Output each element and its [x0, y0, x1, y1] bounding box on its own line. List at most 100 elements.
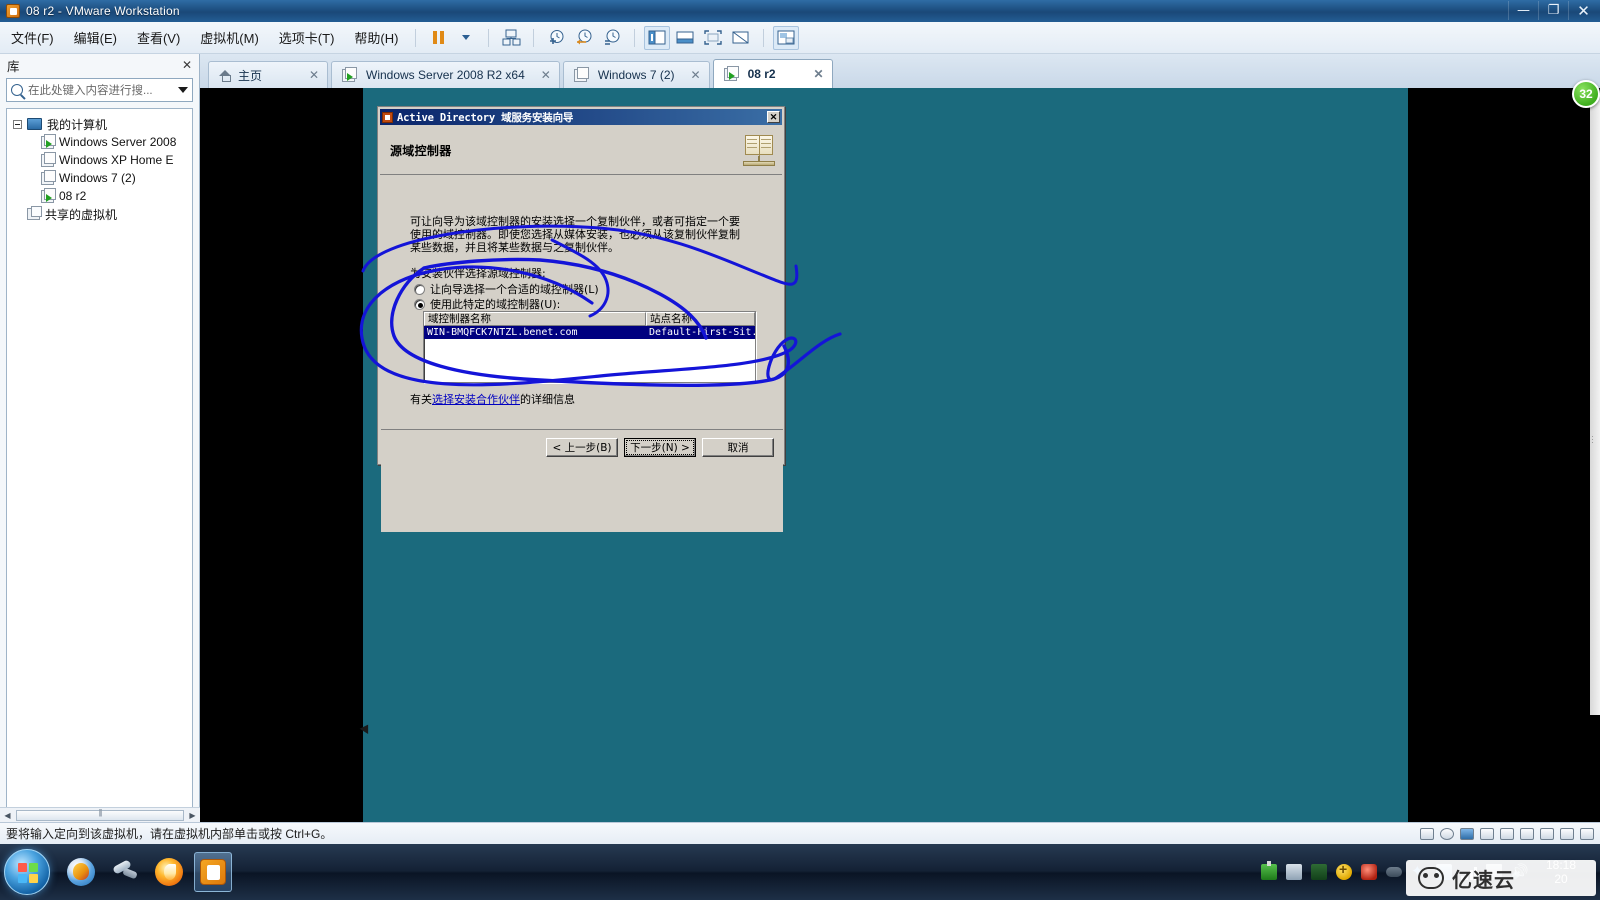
close-button[interactable]: ✕: [1568, 1, 1598, 20]
terminal-icon[interactable]: [1311, 864, 1327, 880]
minimize-button[interactable]: —: [1508, 1, 1538, 20]
search-icon: [11, 84, 23, 96]
shared-vms-icon: [27, 206, 42, 220]
menu-view[interactable]: 查看(V): [128, 25, 189, 50]
security-icon[interactable]: [1361, 864, 1377, 880]
tree-item-label: 共享的虚拟机: [45, 207, 118, 222]
radio-use-specific-dc[interactable]: 使用此特定的域控制器(U):: [414, 296, 560, 312]
printer-icon[interactable]: [1480, 827, 1494, 840]
sound-icon[interactable]: [1500, 827, 1514, 840]
camera-icon[interactable]: [1560, 827, 1574, 840]
pause-button[interactable]: [425, 26, 451, 50]
sidebar-horizontal-scrollbar[interactable]: ◀ ▶: [0, 807, 200, 822]
tab-windows-server-2008-r2-x64[interactable]: Windows Server 2008 R2 x64 ✕: [331, 61, 560, 88]
tree-item-windows-xp-home[interactable]: Windows XP Home E: [7, 151, 192, 169]
show-thumbnails-button[interactable]: [672, 26, 698, 50]
tree-item-label: 08 r2: [59, 189, 87, 203]
vm-side-rail[interactable]: ···: [1588, 95, 1600, 715]
display-icon[interactable]: [1580, 827, 1594, 840]
revert-snapshot-button[interactable]: [571, 26, 597, 50]
window-title: 08 r2 - VMware Workstation: [26, 4, 180, 18]
column-header-site-name[interactable]: 站点名称: [646, 312, 755, 326]
manage-snapshots-button[interactable]: [498, 26, 524, 50]
unread-badge[interactable]: 32: [1572, 80, 1600, 108]
column-header-dc-name[interactable]: 域控制器名称: [424, 312, 646, 326]
list-header-row: 域控制器名称 站点名称: [424, 312, 755, 326]
ad-wizard-dialog[interactable]: Active Directory 域服务安装向导 ✕ 源域控制器 可让向导为该域…: [377, 106, 785, 532]
scrollbar-thumb[interactable]: [16, 809, 184, 821]
close-icon[interactable]: ✕: [182, 58, 192, 72]
tree-item-windows-server-2008[interactable]: Windows Server 2008: [7, 133, 192, 151]
taskbar-apps: [62, 852, 232, 892]
power-dropdown[interactable]: [453, 26, 479, 50]
rail-grip-icon: ···: [1588, 435, 1598, 444]
windows-logo-icon: [18, 863, 38, 883]
tab-close-icon[interactable]: ✕: [299, 68, 319, 82]
radio-selected-icon[interactable]: [414, 298, 425, 310]
tab-label: Windows Server 2008 R2 x64: [366, 68, 525, 82]
expander-icon[interactable]: [13, 119, 22, 129]
search-input[interactable]: 在此处键入内容进行搜...: [6, 78, 193, 102]
console-view-icon: [777, 30, 795, 45]
unity-button[interactable]: [728, 26, 754, 50]
hdd-icon[interactable]: [1420, 827, 1434, 840]
table-row[interactable]: WIN-BMQFCK7NTZL.benet.com Default-First-…: [424, 326, 755, 339]
taskbar-browser[interactable]: [150, 852, 188, 892]
window-controls: — ❐ ✕: [1508, 1, 1598, 20]
menu-help[interactable]: 帮助(H): [345, 25, 407, 50]
toolbar-divider: [415, 28, 417, 47]
tab-home[interactable]: 主页 ✕: [208, 61, 328, 88]
fullscreen-button[interactable]: [700, 26, 726, 50]
watermark-text: 亿速云: [1452, 869, 1515, 892]
next-button[interactable]: 下一步(N) >: [624, 438, 696, 457]
tab-close-icon[interactable]: ✕: [531, 68, 551, 82]
panda-logo-icon: [1418, 867, 1444, 889]
tab-close-icon[interactable]: ✕: [681, 68, 701, 82]
thumbnail-bar-icon: [676, 31, 694, 44]
taskbar-tools[interactable]: [106, 852, 144, 892]
cable-icon[interactable]: [1386, 867, 1402, 877]
tree-item-08-r2[interactable]: 08 r2: [7, 187, 192, 205]
usb-icon[interactable]: [1261, 861, 1277, 880]
take-snapshot-button[interactable]: [543, 26, 569, 50]
console-view-button[interactable]: [773, 25, 800, 50]
cancel-button[interactable]: 取消: [702, 438, 774, 457]
back-button[interactable]: < 上一步(B): [546, 438, 618, 457]
scroll-left-icon[interactable]: ◀: [0, 811, 15, 820]
tab-08-r2[interactable]: 08 r2 ✕: [712, 59, 833, 88]
taskbar-vmware[interactable]: [194, 852, 232, 892]
my-computer-icon: [27, 118, 42, 130]
update-icon[interactable]: [1336, 861, 1352, 880]
menu-vm[interactable]: 虚拟机(M): [191, 25, 268, 50]
tree-item-windows-7-2[interactable]: Windows 7 (2): [7, 169, 192, 187]
chevron-down-icon[interactable]: [178, 87, 188, 93]
scroll-right-icon[interactable]: ▶: [185, 811, 200, 820]
cdrom-icon[interactable]: [1440, 827, 1454, 840]
tab-close-icon[interactable]: ✕: [804, 67, 824, 81]
start-button[interactable]: [4, 849, 50, 895]
taskbar-qq[interactable]: [62, 852, 100, 892]
restore-button[interactable]: ❐: [1538, 1, 1568, 20]
menu-file[interactable]: 文件(F): [2, 25, 63, 50]
radio-let-wizard-choose[interactable]: 让向导选择一个合适的域控制器(L): [414, 281, 599, 297]
vmware-status-bar: 要将输入定向到该虚拟机，请在虚拟机内部单击或按 Ctrl+G。: [0, 822, 1600, 844]
usb-icon[interactable]: [1520, 827, 1534, 840]
snapshot-manager-button[interactable]: [599, 26, 625, 50]
menu-tabs[interactable]: 选项卡(T): [270, 25, 344, 50]
tree-item-my-computer[interactable]: 我的计算机: [7, 115, 192, 133]
library-title: 库: [7, 59, 20, 74]
toolbar-divider-3: [533, 28, 535, 47]
help-prefix: 有关: [410, 393, 432, 406]
domain-controller-list[interactable]: 域控制器名称 站点名称 WIN-BMQFCK7NTZL.benet.com De…: [423, 311, 756, 383]
radio-icon[interactable]: [414, 283, 425, 295]
network-icon[interactable]: [1460, 827, 1474, 840]
network-share-icon[interactable]: [1286, 864, 1302, 880]
tab-windows-7-2[interactable]: Windows 7 (2) ✕: [562, 61, 710, 88]
floppy-icon[interactable]: [1540, 827, 1554, 840]
help-link[interactable]: 选择安装合作伙伴: [432, 393, 520, 406]
tab-label: 主页: [238, 68, 263, 83]
dialog-close-button[interactable]: ✕: [767, 111, 780, 123]
show-library-button[interactable]: [644, 25, 671, 50]
tree-item-shared-vms[interactable]: 共享的虚拟机: [7, 205, 192, 223]
menu-edit[interactable]: 编辑(E): [65, 25, 126, 50]
